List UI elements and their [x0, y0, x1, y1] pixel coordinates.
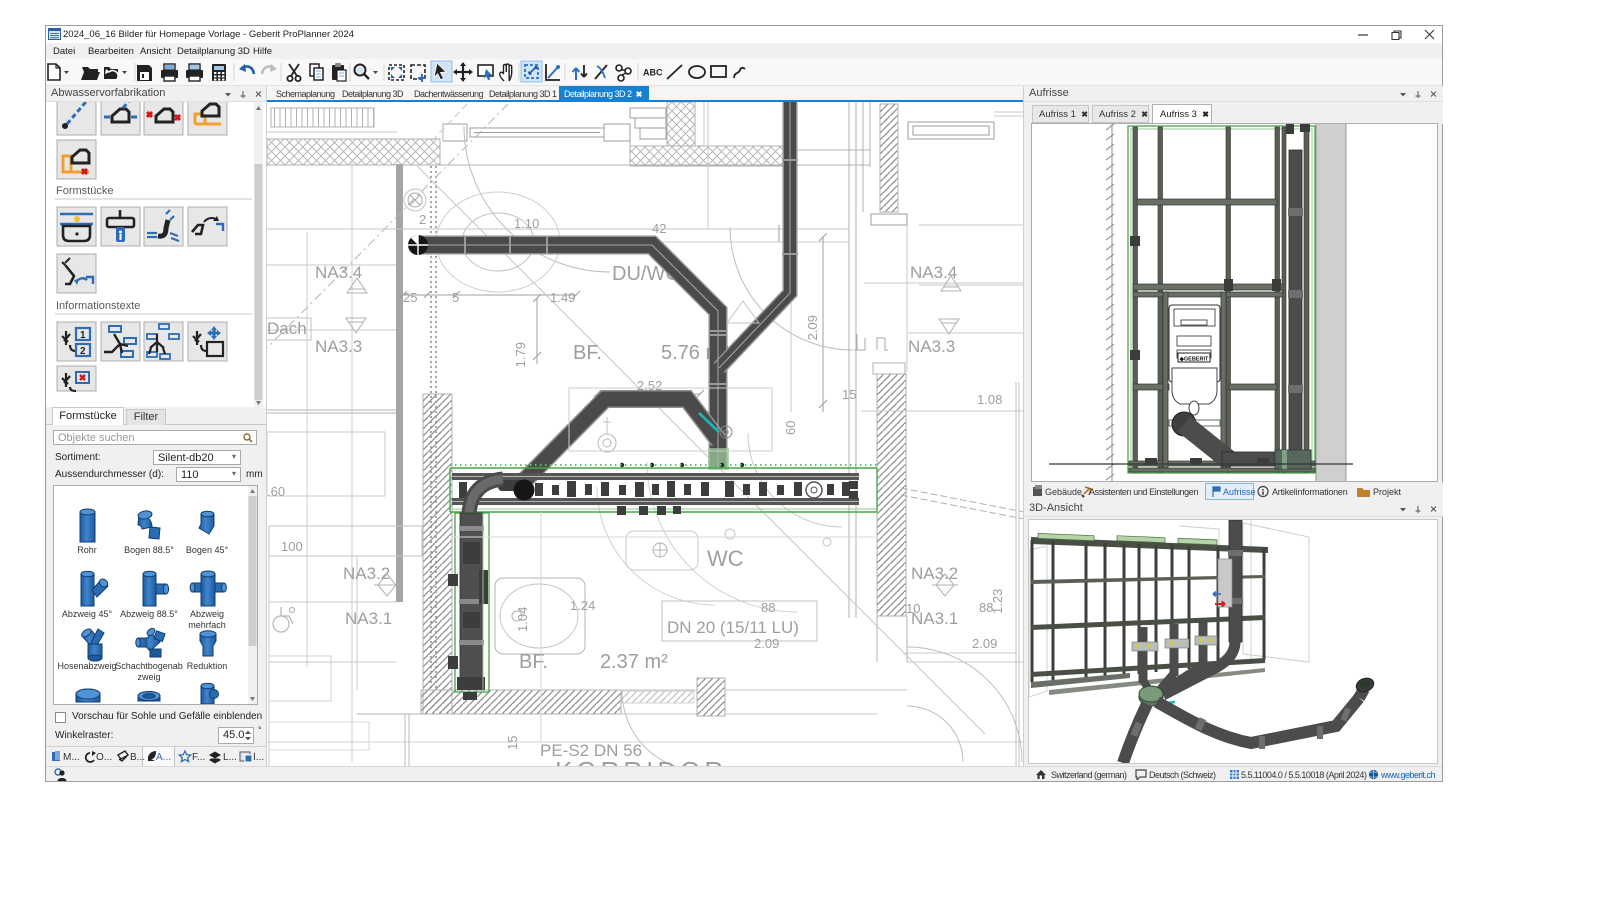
svg-text:ABC: ABC: [643, 68, 663, 78]
svg-text:BF.: BF.: [573, 342, 602, 364]
svg-text:L...: L...: [223, 752, 237, 763]
svg-text:Dach: Dach: [267, 319, 307, 338]
svg-text:mehrfach: mehrfach: [188, 620, 226, 630]
svg-text:Artikelinformationen: Artikelinformationen: [1272, 487, 1348, 497]
svg-text:Abzweig 88.5°: Abzweig 88.5°: [120, 609, 178, 619]
svg-text:Hosenabzweig: Hosenabzweig: [57, 661, 116, 671]
svg-text:15: 15: [842, 387, 856, 402]
svg-text:10: 10: [906, 601, 920, 616]
svg-text:1: 1: [80, 330, 86, 341]
svg-text:.60: .60: [267, 484, 285, 499]
svg-text:25: 25: [403, 290, 417, 305]
svg-text:BF.: BF.: [519, 651, 548, 673]
svg-text:1.79: 1.79: [513, 342, 528, 367]
svg-text:1.04: 1.04: [515, 607, 530, 632]
svg-text:Schachtbogenab: Schachtbogenab: [115, 661, 183, 671]
svg-text:Projekt: Projekt: [1373, 487, 1402, 497]
svg-text:zweig: zweig: [137, 672, 160, 682]
svg-text:NA3.4: NA3.4: [910, 263, 957, 282]
svg-text:Formstücke: Formstücke: [56, 185, 113, 197]
svg-text:1.49: 1.49: [550, 290, 575, 305]
svg-text:Aufrisse: Aufrisse: [1223, 487, 1256, 497]
svg-text:DN 20 (15/11 LU): DN 20 (15/11 LU): [667, 618, 799, 637]
svg-text:2.09: 2.09: [972, 636, 997, 651]
svg-text:Abzweig: Abzweig: [190, 609, 224, 619]
svg-text:Abzweig 45°: Abzweig 45°: [62, 609, 113, 619]
svg-text:1.10: 1.10: [514, 216, 539, 231]
svg-text:B...: B...: [130, 752, 145, 763]
svg-text:NA3.1: NA3.1: [345, 609, 392, 628]
svg-text:WC: WC: [707, 546, 744, 571]
svg-text:NA3.2: NA3.2: [911, 564, 958, 583]
svg-text:2.09: 2.09: [805, 315, 820, 340]
svg-text:Bogen 88.5°: Bogen 88.5°: [124, 545, 174, 555]
svg-text:Gebäude: Gebäude: [1045, 487, 1082, 497]
svg-text:O...: O...: [96, 752, 112, 763]
svg-text:1.24: 1.24: [570, 598, 595, 613]
svg-text:◆GEBERIT: ◆GEBERIT: [1179, 356, 1209, 363]
svg-text:KORRIDOR: KORRIDOR: [555, 756, 727, 766]
svg-text:2.09: 2.09: [754, 636, 779, 651]
svg-text:42: 42: [652, 221, 666, 236]
svg-text:1.08: 1.08: [977, 392, 1002, 407]
svg-text:F...: F...: [192, 752, 205, 763]
svg-text:15: 15: [505, 736, 520, 750]
svg-text:M...: M...: [63, 752, 80, 763]
svg-text:NA3.2: NA3.2: [343, 564, 390, 583]
svg-text:88: 88: [761, 600, 775, 615]
svg-text:NA3.3: NA3.3: [315, 337, 362, 356]
svg-text:Reduktion: Reduktion: [187, 661, 228, 671]
svg-text:NA3.4: NA3.4: [315, 263, 362, 282]
svg-text:NA3.3: NA3.3: [908, 337, 955, 356]
svg-text:A...: A...: [156, 752, 171, 763]
svg-text:I...: I...: [253, 752, 264, 763]
svg-text:60: 60: [783, 421, 798, 435]
svg-text:Informationstexte: Informationstexte: [56, 300, 140, 312]
svg-text:Rohr: Rohr: [77, 545, 97, 555]
svg-text:Assistenten und Einstellungen: Assistenten und Einstellungen: [1089, 487, 1198, 497]
svg-text:2: 2: [419, 212, 426, 227]
svg-text:5: 5: [452, 290, 459, 305]
svg-text:100: 100: [281, 539, 303, 554]
svg-text:2: 2: [80, 346, 86, 357]
svg-text:Bogen 45°: Bogen 45°: [186, 545, 229, 555]
svg-text:2.37 m²: 2.37 m²: [600, 651, 668, 673]
svg-text:1.23: 1.23: [990, 589, 1005, 614]
